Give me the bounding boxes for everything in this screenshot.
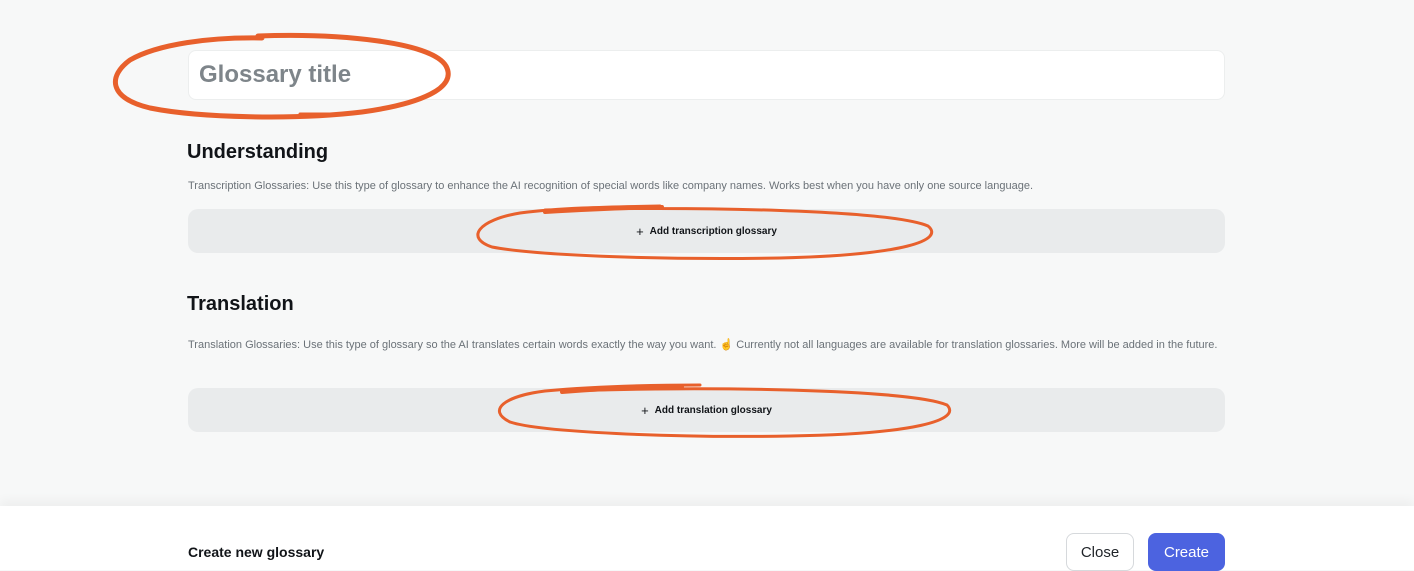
glossary-title-input[interactable] [188, 50, 1225, 100]
create-button[interactable]: Create [1148, 533, 1225, 571]
modal-footer: Create new glossary Close Create [0, 506, 1414, 571]
add-translation-glossary-label: Add translation glossary [654, 404, 772, 416]
translation-heading: Translation [187, 293, 294, 315]
add-transcription-glossary-button[interactable]: + Add transcription glossary [188, 209, 1225, 253]
glossary-form: Understanding Transcription Glossaries: … [0, 0, 1414, 506]
add-translation-glossary-button[interactable]: + Add translation glossary [188, 388, 1225, 432]
understanding-heading: Understanding [187, 141, 329, 163]
add-transcription-glossary-label: Add transcription glossary [649, 225, 777, 237]
translation-description: Translation Glossaries: Use this type of… [188, 339, 1218, 351]
close-button[interactable]: Close [1066, 533, 1134, 571]
modal-title: Create new glossary [188, 544, 325, 560]
plus-icon: + [641, 402, 649, 418]
plus-icon: + [636, 223, 644, 239]
understanding-description: Transcription Glossaries: Use this type … [188, 180, 1034, 192]
